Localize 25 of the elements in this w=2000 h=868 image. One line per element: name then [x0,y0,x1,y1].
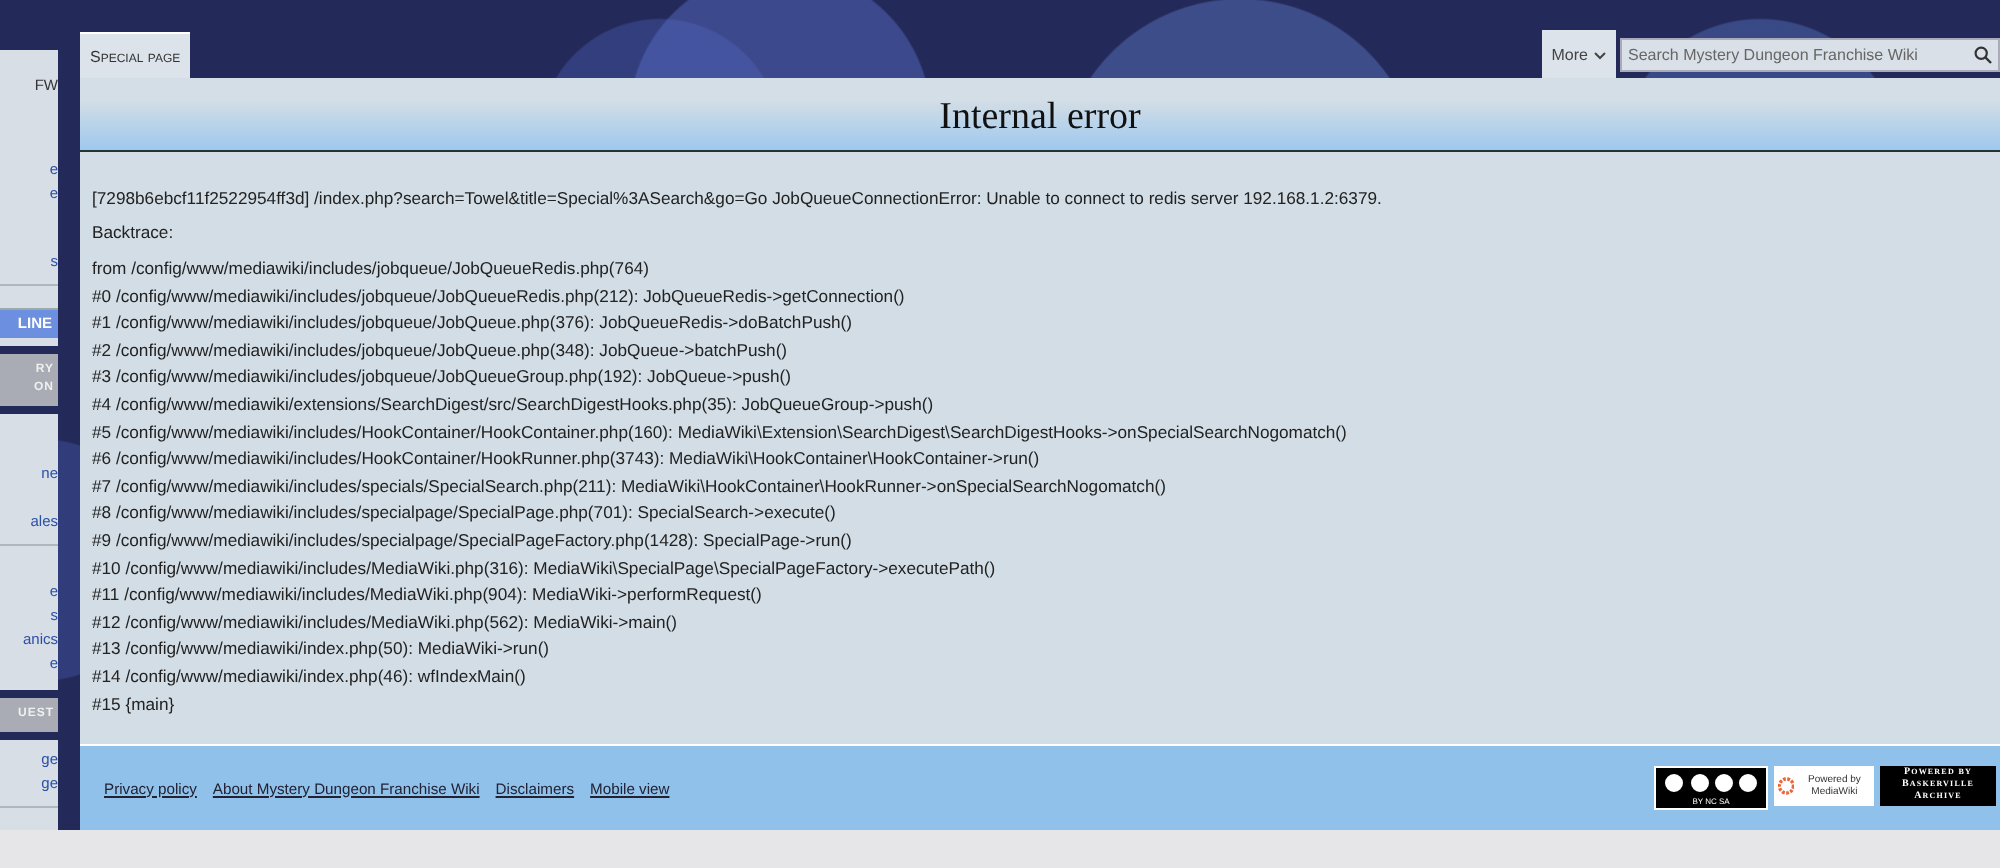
search-icon[interactable] [1974,46,1992,64]
backtrace-line: #14 /config/www/mediawiki/index.php(46): wfIndexMain() [92,663,528,690]
page-title: Internal error [939,96,1141,140]
backtrace-line: #1 /config/www/mediawiki/includes/jobqueue/JobQueue.php(376): JobQueueRedis->doBatchPush() [92,310,855,337]
chevron-down-icon [1594,51,1606,59]
search-field[interactable]: Search Mystery Dungeon Franchise Wiki [1620,38,2000,72]
backtrace-line: #4 /config/www/mediawiki/extensions/SearchDigest/src/SearchDigestHooks.php(35): JobQueueGroup->push() [92,391,936,418]
backtrace-line: #9 /config/www/mediawiki/includes/specialpage/SpecialPageFactory.php(1428): SpecialPage->run() [92,527,854,554]
backtrace-line: #10 /config/www/mediawiki/includes/MediaWiki.php(316): MediaWiki\SpecialPage\SpecialPageFactory->executePath() [92,555,998,582]
backtrace-line: #15 {main} [92,691,177,718]
backtrace-line: #11 /config/www/mediawiki/includes/MediaWiki.php(904): MediaWiki->performRequest() [92,582,764,609]
backtrace-line: #3 /config/www/mediawiki/includes/jobqueue/JobQueueGroup.php(192): JobQueue->push() [92,364,793,391]
backtrace-line: #8 /config/www/mediawiki/includes/specialpage/SpecialPage.php(701): SpecialSearch->execute() [92,500,838,527]
backtrace-label: Backtrace: [92,222,176,242]
tab[interactable]: Special page [80,32,191,78]
error-message: [7298b6ebcf11f2522954ff3d] /index.php?search=Towel&title=Special%3ASearch&go=Go JobQueueConnectionError: Unable to connect to redis server 192.168.1.2:6379. [92,188,1384,208]
backtrace-line: #0 /config/www/mediawiki/includes/jobqueue/JobQueueRedis.php(212): JobQueueRedis->getConnection() [92,283,907,310]
backtrace-line: #13 /config/www/mediawiki/index.php(50): MediaWiki->run() [92,636,552,663]
more-menu[interactable]: More [1541,30,1616,78]
backtrace-line: #6 /config/www/mediawiki/includes/HookContainer/HookRunner.php(3743): MediaWiki\HookContainer\HookContainer->run() [92,446,1042,473]
backtrace-line: #2 /config/www/mediawiki/includes/jobqueue/JobQueue.php(348): JobQueue->batchPush() [92,337,790,364]
backtrace-line: from /config/www/mediawiki/includes/jobqueue/JobQueueRedis.php(764) [92,256,651,282]
backtrace-line: #7 /config/www/mediawiki/includes/specials/SpecialSearch.php(211): MediaWiki\HookContainer\HookRunner->onSpecialSearchNogomatch() [92,473,1168,500]
backtrace-line: #12 /config/www/mediawiki/includes/MediaWiki.php(562): MediaWiki->main() [92,609,680,636]
backtrace-line: #5 /config/www/mediawiki/includes/HookContainer/HookContainer.php(160): MediaWiki\Extension\SearchDigest\SearchDigestHooks->onSpecialSearchNogomatch() [92,419,1349,446]
